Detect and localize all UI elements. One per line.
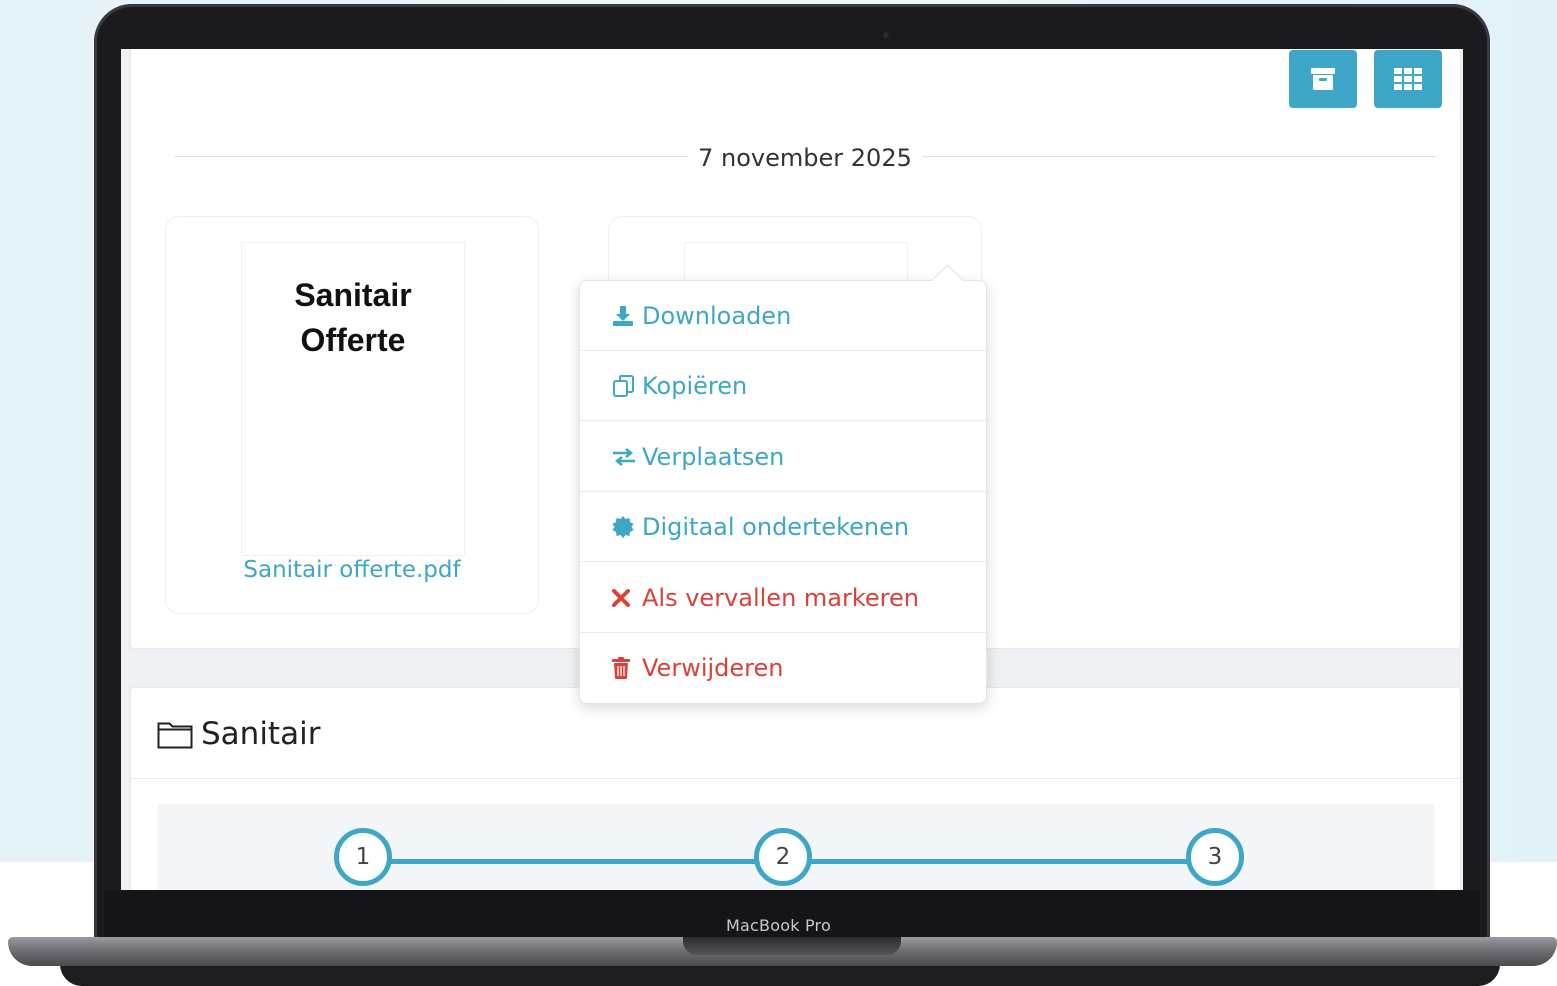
- grid-icon: [1394, 68, 1422, 90]
- step-1[interactable]: 1: [334, 828, 392, 886]
- steps-progress: 1 2 3: [157, 804, 1435, 890]
- step-3[interactable]: 3: [1186, 828, 1244, 886]
- menu-item-move[interactable]: Verplaatsen: [580, 422, 986, 492]
- folder-title: Sanitair: [201, 716, 321, 752]
- step-connector: [386, 859, 778, 864]
- folder-header: Sanitair: [157, 714, 320, 754]
- close-icon: [612, 588, 638, 607]
- menu-item-expire[interactable]: Als vervallen markeren: [580, 563, 986, 633]
- archive-button[interactable]: [1289, 50, 1357, 108]
- grid-view-button[interactable]: [1374, 50, 1442, 108]
- menu-item-label: Kopiëren: [642, 371, 748, 400]
- menu-item-delete[interactable]: Verwijderen: [580, 633, 986, 703]
- menu-item-label: Verwijderen: [642, 654, 784, 682]
- camera: [883, 32, 889, 38]
- menu-item-label: Downloaden: [642, 301, 792, 330]
- menu-item-copy[interactable]: Kopiëren: [580, 351, 986, 421]
- date-separator: 7 november 2025: [174, 140, 1436, 174]
- file-context-menu: Downloaden Kopiëren Verplaatsen Digitaal…: [579, 264, 987, 704]
- laptop-base-shadow: [60, 964, 1500, 986]
- menu-item-label: Als vervallen markeren: [642, 583, 919, 612]
- certificate-icon: [612, 515, 638, 538]
- file-name-link[interactable]: Sanitair offerte.pdf: [166, 557, 538, 583]
- thumbnail-title-line1: Sanitair: [294, 277, 412, 313]
- copy-icon: [612, 374, 638, 398]
- step-connector: [807, 859, 1209, 864]
- menu-item-download[interactable]: Downloaden: [580, 281, 986, 351]
- device-label: MacBook Pro: [726, 916, 831, 935]
- app-screen: 7 november 2025 Sanitair Offerte Sanitai…: [121, 49, 1463, 890]
- folder-divider: [131, 778, 1460, 779]
- download-icon: [612, 305, 638, 327]
- step-2[interactable]: 2: [754, 828, 812, 886]
- date-label: 7 november 2025: [688, 144, 922, 172]
- file-card[interactable]: Sanitair Offerte Sanitair offerte.pdf: [165, 216, 539, 614]
- archive-icon: [1311, 68, 1335, 90]
- menu-item-sign[interactable]: Digitaal ondertekenen: [580, 492, 986, 562]
- folder-panel: Sanitair 1 2 3: [130, 687, 1461, 890]
- thumbnail-title-line2: Offerte: [300, 322, 406, 358]
- menu-item-label: Verplaatsen: [642, 442, 785, 471]
- laptop-notch: [683, 937, 901, 955]
- menu-item-label: Digitaal ondertekenen: [642, 512, 910, 541]
- trash-icon: [612, 657, 638, 679]
- exchange-icon: [612, 447, 638, 467]
- file-thumbnail[interactable]: Sanitair Offerte: [241, 242, 465, 556]
- folder-icon: [157, 722, 193, 749]
